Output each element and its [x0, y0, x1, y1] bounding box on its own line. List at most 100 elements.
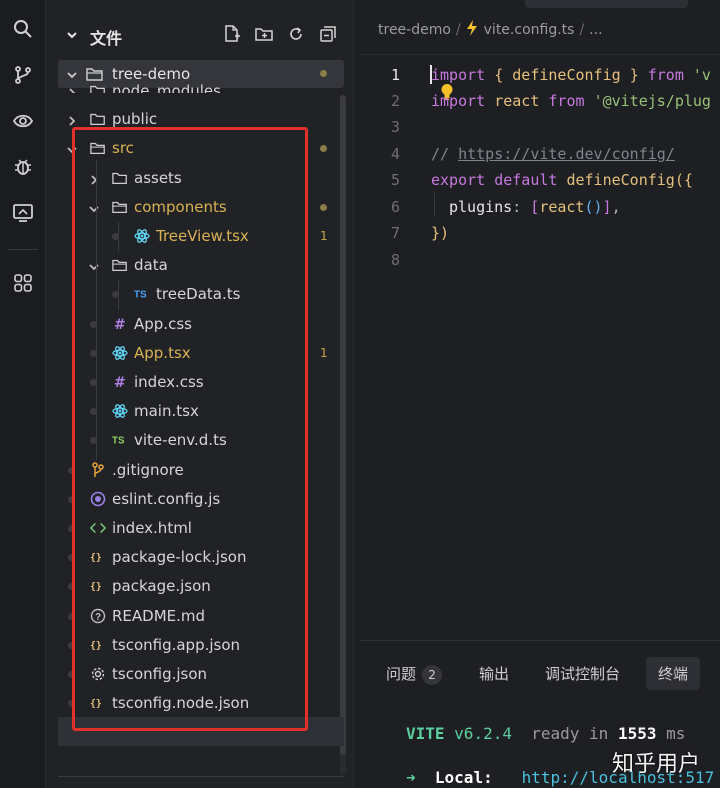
terminal-arrow: ➜ — [406, 768, 416, 787]
tree-item-label: public — [112, 110, 158, 128]
modified-dot — [320, 204, 327, 211]
collapse-all-icon[interactable] — [318, 24, 338, 44]
tab-output[interactable]: 输出 — [479, 663, 509, 684]
extensions-icon[interactable] — [10, 270, 36, 296]
code-text: }) — [431, 224, 449, 242]
info-icon: ? — [90, 608, 106, 624]
breadcrumb-file[interactable]: vite.config.ts — [484, 22, 575, 38]
breadcrumb-more[interactable]: ... — [589, 22, 602, 38]
tab-debug-console[interactable]: 调试控制台 — [545, 663, 620, 684]
tree-item[interactable]: TS vite-env.d.ts — [58, 426, 344, 454]
modified-dot — [320, 70, 327, 77]
tree-item-label: .gitignore — [112, 461, 184, 479]
tree-item-label: components — [134, 198, 227, 216]
tab-terminal[interactable]: 终端 — [646, 657, 701, 690]
tree-bullet — [68, 642, 75, 649]
code-editor[interactable]: 1 import { defineConfig } from 'v 2 impo… — [360, 54, 720, 640]
tree-item[interactable]: App.tsx 1 — [58, 339, 344, 367]
tree-item[interactable]: data — [58, 251, 344, 279]
sidebar-scrollbar[interactable] — [340, 95, 346, 755]
line-number: 2 — [390, 92, 400, 110]
tree-item-label: index.css — [134, 373, 204, 391]
code-token: react — [485, 92, 549, 110]
code-token: () — [584, 198, 603, 216]
indent-guide — [96, 160, 97, 460]
code-line-5[interactable]: 5 export default defineConfig({ — [360, 166, 720, 192]
tree-bullet — [68, 554, 75, 561]
tree-item[interactable]: tsconfig.json — [58, 660, 344, 688]
tab-problems-label: 问题 — [386, 665, 417, 683]
source-control-icon[interactable] — [10, 62, 36, 88]
tree-item[interactable]: {} package.json — [58, 572, 344, 600]
chevron-down-icon[interactable] — [66, 142, 78, 154]
chevron-down-icon[interactable] — [66, 28, 78, 46]
tree-item-label: tsconfig.node.json — [112, 694, 250, 712]
tree-item[interactable]: TreeView.tsx 1 — [58, 222, 344, 250]
svg-text:{}: {} — [90, 582, 102, 593]
new-folder-icon[interactable] — [254, 24, 274, 44]
code-line-3[interactable]: 3 — [360, 113, 720, 139]
breadcrumb-separator: / — [455, 22, 461, 38]
code-token: 'v — [692, 66, 711, 84]
tree-item[interactable]: assets — [58, 164, 344, 192]
breadcrumb-folder[interactable]: tree-demo — [378, 22, 451, 38]
code-token: defineConfig — [566, 171, 675, 189]
code-token: default — [494, 171, 558, 189]
json-braces-icon: {} — [90, 637, 106, 653]
code-line-4[interactable]: 4 // https://vite.dev/config/ — [360, 140, 720, 166]
code-token: import — [431, 66, 486, 84]
chevron-right-icon[interactable] — [66, 113, 78, 126]
css-hash-icon: # — [112, 374, 128, 390]
tree-item[interactable]: eslint.config.js — [58, 485, 344, 513]
tree-item[interactable]: {} tsconfig.node.json — [58, 689, 344, 717]
code-line-7[interactable]: 7 }) — [360, 219, 720, 245]
code-text: import { defineConfig } from 'v — [431, 66, 711, 84]
bug-icon[interactable] — [10, 154, 36, 180]
git-icon — [90, 462, 106, 478]
tree-item[interactable]: {} tsconfig.app.json — [58, 631, 344, 659]
new-file-icon[interactable] — [222, 24, 242, 44]
code-token: ] — [602, 198, 612, 216]
tree-item[interactable]: # index.css — [58, 368, 344, 396]
tab-strip-thumb[interactable] — [525, 0, 688, 8]
folder-open-icon — [112, 199, 128, 215]
chevron-down-icon[interactable] — [88, 259, 100, 271]
problem-count-badge: 1 — [320, 346, 328, 360]
react-icon — [134, 228, 150, 244]
tree-item-label: README.md — [112, 607, 206, 625]
chevron-right-icon[interactable] — [88, 172, 100, 185]
tab-problems[interactable]: 问题 2 — [386, 663, 443, 685]
tree-item[interactable]: components — [58, 193, 344, 221]
tree-item[interactable]: public — [58, 105, 344, 133]
code-token: import — [431, 92, 486, 110]
code-line-8[interactable]: 8 — [360, 246, 720, 272]
chevron-right-icon[interactable] — [66, 85, 78, 93]
code-link[interactable]: https://vite.dev/config/ — [458, 145, 675, 163]
code-line-1[interactable]: 1 import { defineConfig } from 'v — [360, 61, 720, 100]
refresh-icon[interactable] — [286, 24, 306, 44]
watermark: 知乎用户 — [612, 752, 701, 777]
tree-item[interactable]: TS treeData.ts — [58, 280, 344, 308]
typescript-icon: TS — [134, 286, 150, 302]
code-line-6[interactable]: 6 plugins: [react()], — [360, 193, 720, 219]
tree-item[interactable]: index.html — [58, 514, 344, 542]
tree-item[interactable]: main.tsx — [58, 397, 344, 425]
code-token: '@vitejs/plug — [593, 92, 711, 110]
tree-item[interactable]: # App.css — [58, 310, 344, 338]
tree-bullet — [68, 700, 75, 707]
section-divider — [58, 776, 344, 777]
chevron-down-icon[interactable] — [88, 201, 100, 213]
tree-item[interactable]: src — [58, 134, 344, 162]
tree-item[interactable]: .gitignore — [58, 456, 344, 484]
run-debug-icon[interactable] — [10, 108, 36, 134]
tree-item[interactable]: node_modules — [58, 77, 344, 93]
tab-strip — [360, 0, 720, 10]
search-icon[interactable] — [10, 16, 36, 42]
tree-item[interactable]: ? README.md — [58, 602, 344, 630]
code-line-2[interactable]: 2 import react from '@vitejs/plug — [360, 87, 720, 113]
tree-item[interactable]: {} package-lock.json — [58, 543, 344, 571]
remote-explorer-icon[interactable] — [10, 200, 36, 226]
code-token: defineConfig — [503, 66, 630, 84]
html-icon — [90, 520, 106, 536]
svg-text:TS: TS — [134, 290, 147, 301]
